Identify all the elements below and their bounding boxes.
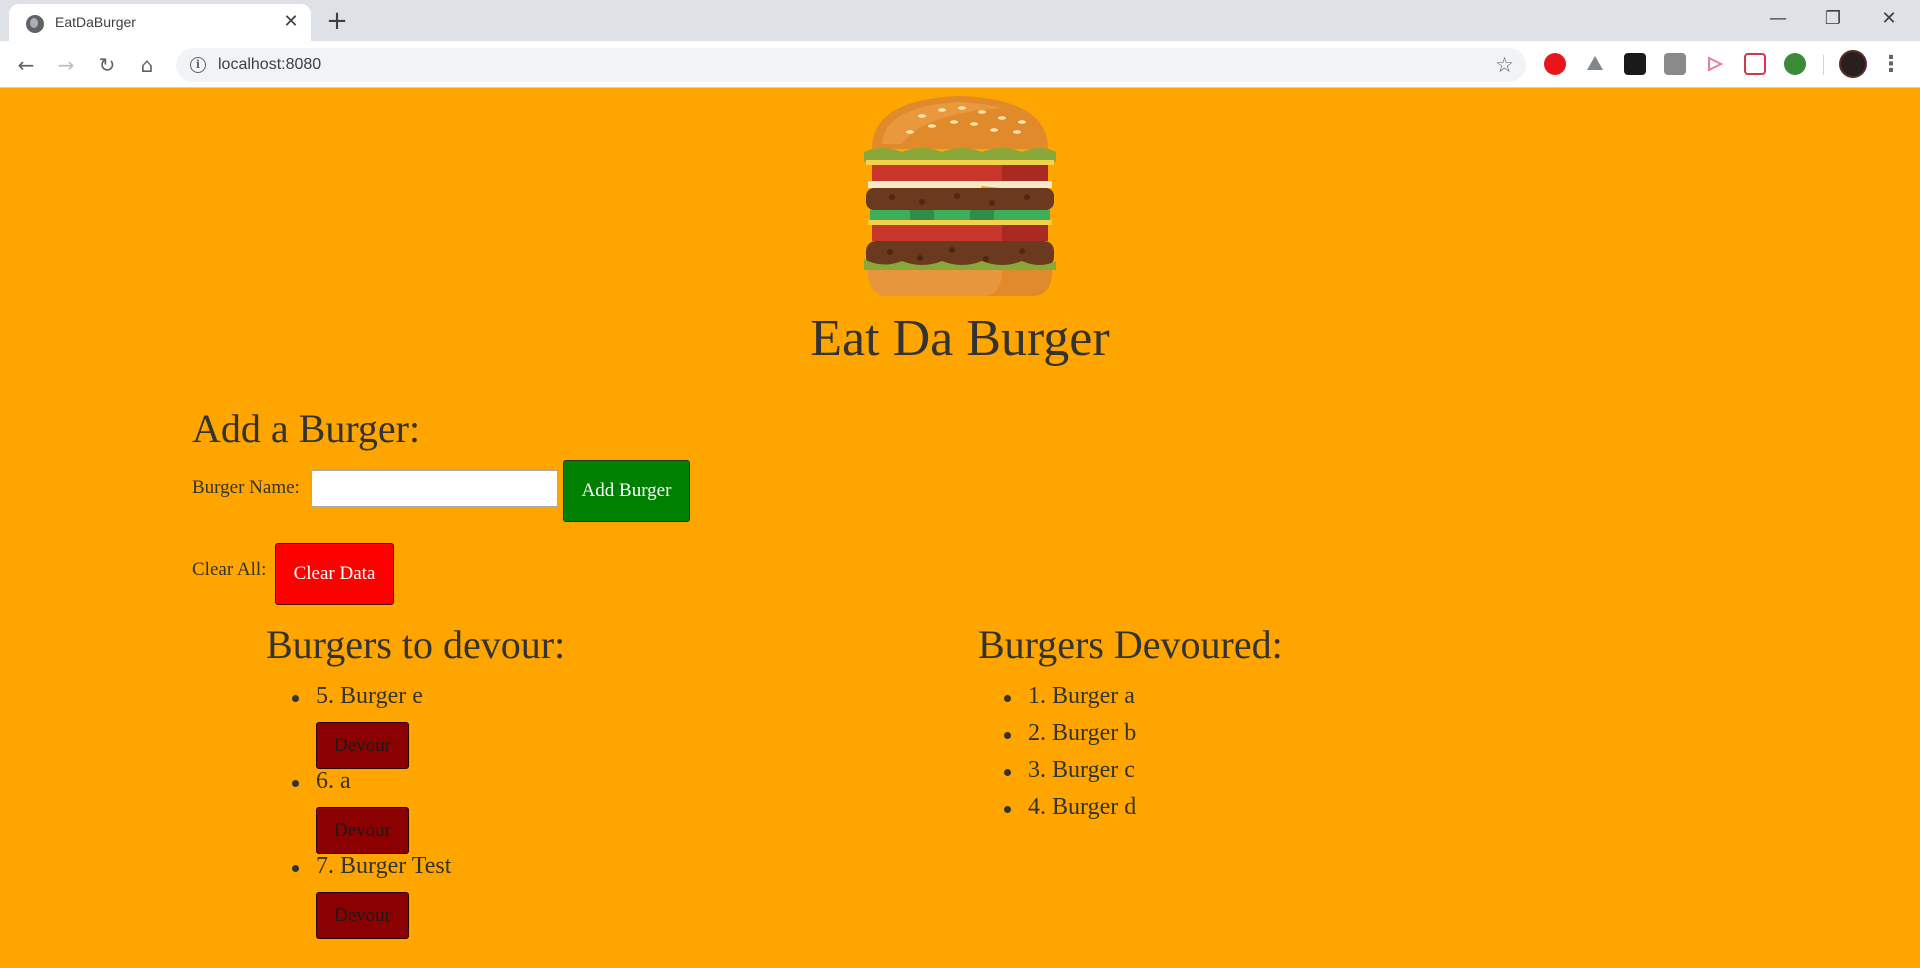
adblock-icon[interactable] bbox=[1544, 53, 1566, 75]
info-icon[interactable]: i bbox=[190, 57, 206, 73]
clear-all-label: Clear All: bbox=[192, 559, 267, 580]
browser-toolbar: ← → ↻ ⌂ i localhost:8080 ☆ ⋮ bbox=[0, 41, 1920, 88]
bullet-icon bbox=[292, 780, 299, 787]
page-title: Eat Da Burger bbox=[810, 310, 1110, 367]
burger-name-label: Burger Name: bbox=[192, 477, 300, 498]
new-tab-button[interactable]: + bbox=[323, 8, 351, 36]
bullet-icon bbox=[292, 695, 299, 702]
reload-button[interactable]: ↻ bbox=[92, 50, 122, 80]
devoured-item-name: 1. Burger a bbox=[1028, 683, 1135, 709]
browser-tab[interactable]: EatDaBurger ✕ bbox=[9, 4, 311, 41]
pocket-icon[interactable] bbox=[1744, 53, 1766, 75]
devoured-item-name: 4. Burger d bbox=[1028, 794, 1137, 820]
globe-ext-icon[interactable] bbox=[1784, 53, 1806, 75]
devoured-heading: Burgers Devoured: bbox=[978, 622, 1283, 667]
devour-button[interactable]: Devour bbox=[316, 807, 409, 854]
minimize-button[interactable]: — bbox=[1755, 4, 1801, 34]
add-burger-heading: Add a Burger: bbox=[192, 406, 421, 451]
bullet-icon bbox=[1004, 732, 1011, 739]
restore-button[interactable]: ❐ bbox=[1810, 4, 1856, 34]
url-text[interactable]: localhost:8080 bbox=[218, 56, 321, 74]
cast-icon[interactable] bbox=[1704, 53, 1726, 75]
devour-button[interactable]: Devour bbox=[316, 892, 409, 939]
address-bar[interactable]: i localhost:8080 ☆ bbox=[176, 48, 1526, 82]
burger-item-name: 6. a bbox=[316, 768, 351, 794]
bullet-icon bbox=[1004, 806, 1011, 813]
devour-button[interactable]: Devour bbox=[316, 722, 409, 769]
toolbar-separator bbox=[1823, 55, 1824, 75]
bullet-icon bbox=[1004, 695, 1011, 702]
page-content: Eat Da Burger Add a Burger: Burger Name:… bbox=[0, 89, 1920, 968]
devoured-item-name: 2. Burger b bbox=[1028, 720, 1137, 746]
devoured-item-name: 3. Burger c bbox=[1028, 757, 1135, 783]
close-tab-icon[interactable]: ✕ bbox=[281, 13, 301, 33]
burger-item-name: 7. Burger Test bbox=[316, 853, 452, 879]
home-button[interactable]: ⌂ bbox=[132, 50, 162, 80]
forward-button[interactable]: → bbox=[51, 50, 81, 80]
kebab-menu-icon[interactable]: ⋮ bbox=[1880, 51, 1902, 79]
burger-item-name: 5. Burger e bbox=[316, 683, 423, 709]
burger-name-input[interactable] bbox=[311, 470, 558, 507]
globe-icon bbox=[26, 15, 44, 33]
close-window-button[interactable]: ✕ bbox=[1866, 4, 1912, 34]
profile-avatar[interactable] bbox=[1839, 50, 1867, 78]
browser-tab-bar: EatDaBurger ✕ + — ❐ ✕ bbox=[0, 0, 1920, 41]
drive-icon[interactable] bbox=[1584, 53, 1606, 75]
bookmark-star-icon[interactable]: ☆ bbox=[1495, 53, 1514, 77]
clear-data-button[interactable]: Clear Data bbox=[275, 543, 394, 605]
bullet-icon bbox=[1004, 769, 1011, 776]
screen-capture-icon[interactable] bbox=[1664, 53, 1686, 75]
back-button[interactable]: ← bbox=[11, 50, 41, 80]
to-devour-heading: Burgers to devour: bbox=[266, 622, 566, 667]
tab-title: EatDaBurger bbox=[55, 14, 136, 30]
add-burger-button[interactable]: Add Burger bbox=[563, 460, 690, 522]
burger-logo bbox=[864, 96, 1056, 296]
blackberry-icon[interactable] bbox=[1624, 53, 1646, 75]
bullet-icon bbox=[292, 865, 299, 872]
